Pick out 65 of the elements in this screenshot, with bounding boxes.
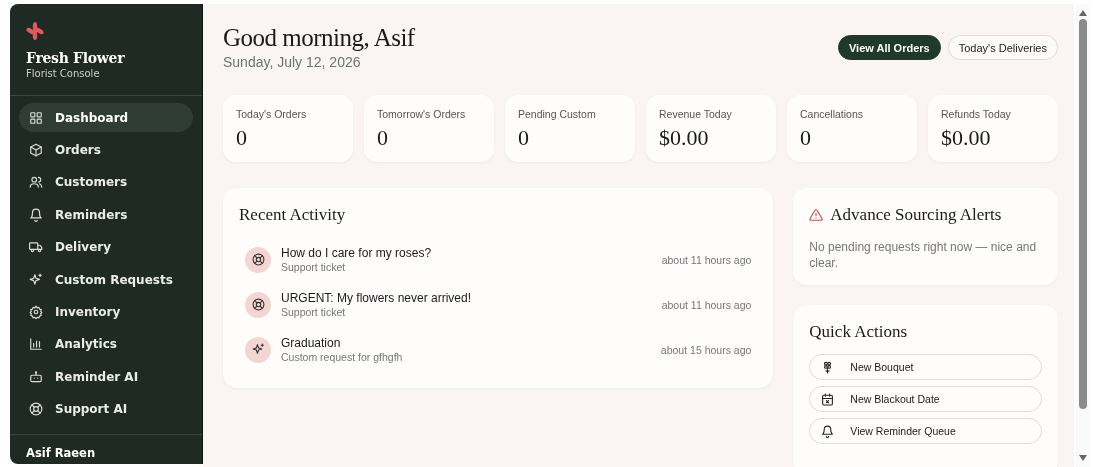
- stat-label: Pending Custom: [518, 108, 597, 120]
- lifebuoy-icon: [245, 246, 271, 273]
- stat-label: Revenue Today: [659, 108, 733, 120]
- nav-item[interactable]: Inventory: [19, 297, 193, 327]
- deliveries-button[interactable]: Today's Deliveries: [947, 35, 1058, 60]
- user-name: Asif Raeen: [25, 446, 97, 462]
- stat-value: 0: [236, 125, 248, 151]
- stat-value: 0: [518, 125, 530, 151]
- activity-subtitle: Custom request for gfhgfh: [281, 351, 404, 363]
- alerts-message: No pending requests right now — nice and clear.: [809, 239, 1038, 271]
- quick-action-button[interactable]: View Reminder Queue: [809, 418, 1042, 444]
- stat-label: Refunds Today: [941, 108, 1012, 120]
- nav-item[interactable]: Customers: [19, 167, 193, 198]
- activity-title: Graduation: [281, 336, 342, 350]
- date-text: Sunday, July 12, 2026: [223, 54, 362, 70]
- scroll-down-icon[interactable]: [1079, 455, 1087, 461]
- truck-icon: [29, 240, 43, 255]
- nav-item[interactable]: Dashboard: [19, 103, 193, 133]
- card-title: Advance Sourcing Alerts: [830, 205, 1002, 225]
- nav-item[interactable]: Orders: [19, 135, 193, 165]
- users-icon: [29, 175, 43, 190]
- card-title: Recent Activity: [239, 205, 347, 225]
- gear-icon: [29, 305, 43, 320]
- greeting-heading: Good morning, Asif: [223, 24, 415, 52]
- brand-subtitle: Florist Console: [26, 68, 101, 79]
- bar-chart-icon: [29, 337, 43, 352]
- bell-icon: [821, 424, 835, 438]
- scrollbar-thumb[interactable]: [1079, 19, 1087, 409]
- quick-action-button[interactable]: New Bouquet: [809, 354, 1042, 380]
- warning-icon: [809, 208, 824, 222]
- stat-value: $0.00: [659, 125, 710, 151]
- scroll-up-icon[interactable]: [1079, 10, 1087, 16]
- activity-time: about 11 hours ago: [661, 298, 752, 311]
- bell-icon: [29, 207, 43, 222]
- nav-item[interactable]: Reminders: [19, 200, 193, 230]
- grid-icon: [29, 110, 43, 125]
- lifebuoy-icon: [245, 291, 271, 318]
- quick-action-button[interactable]: New Blackout Date: [809, 386, 1042, 412]
- calendar-icon: [821, 392, 835, 406]
- view-orders-button[interactable]: View All Orders: [838, 35, 941, 60]
- stat-label: Cancellations: [800, 108, 865, 120]
- nav-item[interactable]: Reminder AI: [19, 362, 193, 392]
- nav-item[interactable]: Analytics: [19, 329, 193, 360]
- sparkles-icon: [245, 336, 271, 363]
- lifebuoy-icon: [29, 402, 43, 417]
- stat-value: $0.00: [941, 125, 992, 151]
- activity-time: about 15 hours ago: [660, 343, 752, 356]
- stat-value: 0: [800, 125, 812, 151]
- flower-logo-icon: [26, 22, 44, 40]
- stat-value: 0: [377, 125, 389, 151]
- activity-title: URGENT: My flowers never arrived!: [281, 291, 473, 305]
- box-icon: [29, 143, 43, 158]
- stat-label: Today's Orders: [236, 108, 308, 120]
- activity-time: about 11 hours ago: [661, 253, 752, 266]
- sparkles-icon: [29, 272, 43, 287]
- card-title: Quick Actions: [809, 322, 909, 342]
- stat-label: Tomorrow's Orders: [377, 108, 467, 120]
- nav-item[interactable]: Support AI: [19, 394, 193, 424]
- activity-subtitle: Support ticket: [281, 306, 347, 318]
- activity-title: How do I care for my roses?: [281, 246, 433, 260]
- nav-item[interactable]: Custom Requests: [19, 264, 193, 295]
- nav-item[interactable]: Delivery: [19, 232, 193, 262]
- activity-subtitle: Support ticket: [281, 261, 347, 273]
- robot-icon: [29, 369, 43, 384]
- brand-name: Fresh Flower: [26, 50, 126, 66]
